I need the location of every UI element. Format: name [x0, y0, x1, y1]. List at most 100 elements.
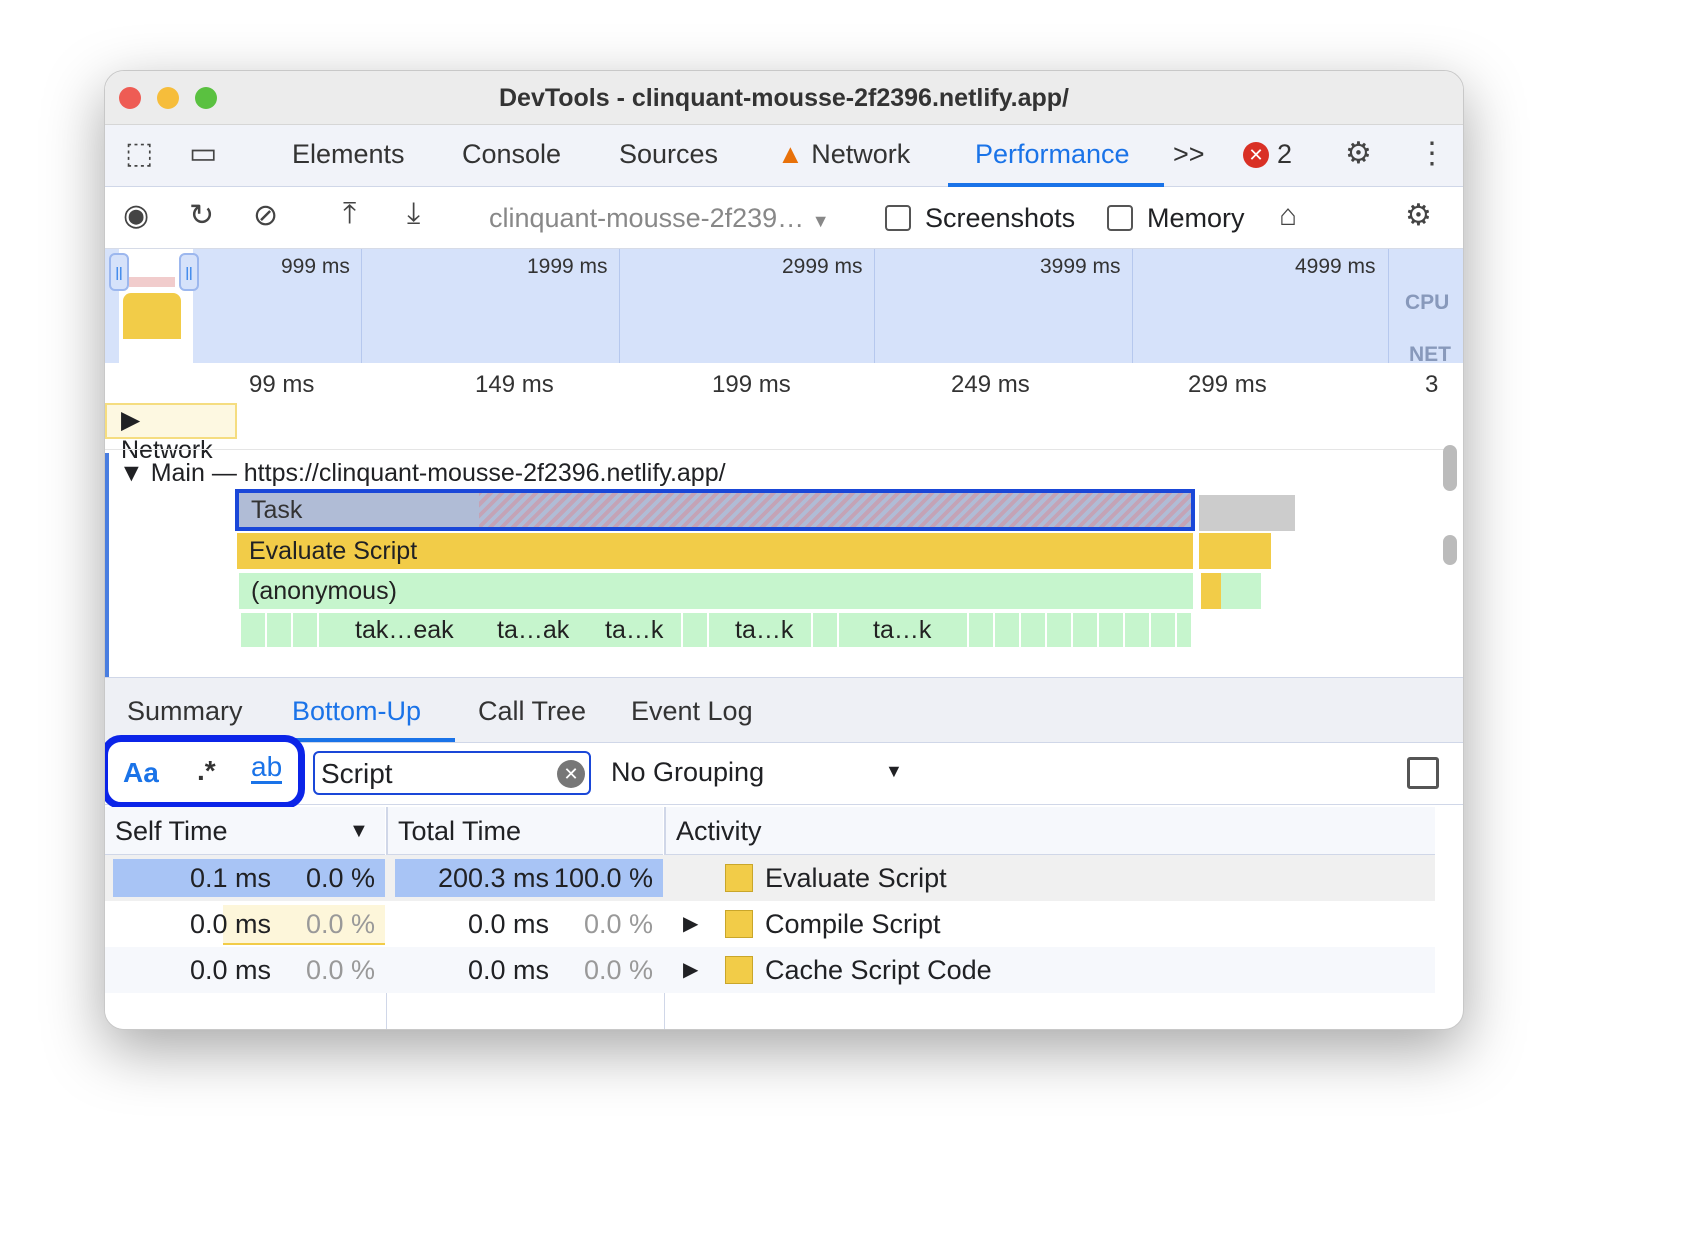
regex-button[interactable]: .* — [197, 755, 216, 787]
device-toolbar-icon[interactable]: ▭ — [189, 139, 217, 169]
category-swatch — [725, 864, 753, 892]
tab-summary[interactable]: Summary — [127, 696, 243, 727]
flame-chart[interactable]: ▶ Network ▼ Main — https://clinquant-mou… — [105, 403, 1463, 677]
ruler-tick: 249 ms — [951, 371, 1030, 398]
toggle-sidebar-icon[interactable] — [1407, 757, 1439, 789]
cpu-label: CPU — [1405, 291, 1450, 314]
overview-tick: 3999 ms — [1040, 255, 1121, 278]
tab-sources[interactable]: Sources — [619, 139, 718, 170]
memory-label: Memory — [1147, 203, 1245, 233]
ruler-tick: 99 ms — [249, 371, 315, 398]
details-tab-bar: Summary Bottom-Up Call Tree Event Log — [105, 677, 1463, 743]
filter-bar: Aa .* ab Script ✕ No Grouping ▼ — [105, 735, 1463, 809]
tab-performance[interactable]: Performance — [975, 139, 1130, 170]
column-header-total-time[interactable]: Total Time — [387, 807, 663, 855]
function-bar[interactable]: ta…ak — [485, 613, 585, 647]
cpu-activity — [123, 293, 181, 339]
category-swatch — [725, 956, 753, 984]
self-time-pct: 0.0 % — [305, 909, 375, 939]
total-time-ms: 0.0 ms — [467, 909, 549, 939]
left-handle[interactable]: || — [109, 253, 129, 291]
evaluate-script-bar[interactable]: Evaluate Script — [237, 533, 1193, 569]
column-header-self-time[interactable]: Self Time ▼ — [105, 807, 385, 855]
inspect-element-icon[interactable]: ⬚ — [125, 139, 153, 169]
collapse-icon: ▼ — [119, 459, 144, 487]
ruler-tick: 199 ms — [712, 371, 791, 398]
function-bar[interactable]: ta…k — [723, 613, 809, 647]
scrollbar[interactable] — [1443, 445, 1457, 491]
task-bar[interactable] — [1199, 495, 1295, 531]
anonymous-bar — [1201, 573, 1261, 609]
activity-name: Compile Script — [765, 909, 941, 939]
network-track-header[interactable]: ▶ Network — [105, 403, 237, 464]
match-case-button[interactable]: Aa — [123, 757, 159, 789]
whole-word-button[interactable]: ab — [251, 753, 283, 784]
tab-event-log[interactable]: Event Log — [631, 696, 753, 727]
chevron-down-icon: ▼ — [885, 761, 903, 781]
activity-name: Cache Script Code — [765, 955, 992, 985]
timeline-overview[interactable]: || || 999 ms 1999 ms 2999 ms 3999 ms 499… — [105, 249, 1463, 366]
bottom-up-table: Self Time ▼ Total Time Activity 0.1 ms 0.… — [105, 807, 1435, 1029]
expand-row-icon[interactable]: ▶ — [683, 947, 698, 993]
tab-network[interactable]: ▲ Network — [777, 139, 910, 170]
column-header-activity[interactable]: Activity — [665, 807, 1435, 855]
function-bar[interactable]: tak…eak — [343, 613, 481, 647]
clear-icon[interactable]: ⊘ — [253, 201, 278, 231]
total-time-pct: 0.0 % — [583, 909, 653, 939]
self-time-pct: 0.0 % — [305, 955, 375, 985]
evaluate-script-bar[interactable] — [1199, 533, 1271, 569]
memory-checkbox[interactable] — [1107, 205, 1133, 231]
activity-name: Evaluate Script — [765, 863, 947, 893]
tab-bottom-up[interactable]: Bottom-Up — [292, 696, 421, 727]
reload-record-icon[interactable]: ↻ — [189, 201, 214, 231]
overview-tick: 2999 ms — [782, 255, 863, 278]
title-bar: DevTools - clinquant-mousse-2f2396.netli… — [105, 71, 1463, 125]
download-icon[interactable]: ⤓ — [407, 199, 420, 229]
main-tab-bar: ⬚ ▭ Elements Console Sources ▲ Network P… — [105, 125, 1463, 187]
overview-tick: 999 ms — [281, 255, 350, 278]
main-track-header[interactable]: ▼ Main — https://clinquant-mousse-2f2396… — [119, 459, 726, 488]
task-bar[interactable]: Task — [235, 489, 1195, 531]
filter-value: Script — [321, 758, 393, 789]
ruler-tick: 299 ms — [1188, 371, 1267, 398]
target-select[interactable]: clinquant-mousse-2f239… ▼ — [489, 203, 830, 234]
settings-gear-icon[interactable]: ⚙ — [1345, 139, 1372, 169]
expand-icon: ▶ — [121, 406, 141, 434]
tab-elements[interactable]: Elements — [292, 139, 405, 170]
overview-tick: 4999 ms — [1295, 255, 1376, 278]
total-time-pct: 0.0 % — [583, 955, 653, 985]
right-handle[interactable]: || — [179, 253, 199, 291]
table-row[interactable]: 0.1 ms 0.0 % 200.3 ms 100.0 % Evaluate S… — [105, 855, 1435, 901]
total-time-ms: 0.0 ms — [467, 955, 549, 985]
scrollbar[interactable] — [1443, 535, 1457, 565]
self-time-ms: 0.0 ms — [189, 955, 271, 985]
screenshots-checkbox[interactable] — [885, 205, 911, 231]
function-bar[interactable]: ta…k — [861, 613, 957, 647]
upload-icon[interactable]: ⤒ — [343, 199, 356, 229]
grouping-select[interactable]: No Grouping ▼ — [611, 757, 911, 788]
sort-descending-icon: ▼ — [349, 820, 369, 842]
devtools-window: DevTools - clinquant-mousse-2f2396.netli… — [104, 70, 1464, 1030]
table-row[interactable]: 0.0 ms 0.0 % 0.0 ms 0.0 % ▶ Cache Script… — [105, 947, 1435, 993]
ruler-tick: 149 ms — [475, 371, 554, 398]
filter-input[interactable]: Script ✕ — [313, 751, 591, 795]
garbage-collect-icon[interactable]: ⌂ — [1279, 201, 1297, 231]
window-title: DevTools - clinquant-mousse-2f2396.netli… — [498, 84, 1070, 112]
error-icon[interactable]: ✕ — [1243, 142, 1269, 168]
more-tabs-button[interactable]: >> — [1173, 139, 1205, 170]
clear-filter-icon[interactable]: ✕ — [557, 760, 585, 788]
error-count[interactable]: 2 — [1277, 139, 1292, 170]
anonymous-bar[interactable]: (anonymous) — [239, 573, 1193, 609]
function-bar[interactable]: ta…k — [593, 613, 677, 647]
self-time-ms: 0.0 ms — [189, 909, 271, 939]
tab-call-tree[interactable]: Call Tree — [478, 696, 586, 727]
screenshots-label: Screenshots — [925, 203, 1076, 233]
more-options-icon[interactable]: ⋮ — [1417, 139, 1447, 169]
time-ruler: 99 ms 149 ms 199 ms 249 ms 299 ms 3 — [105, 363, 1463, 409]
capture-settings-gear-icon[interactable]: ⚙ — [1405, 201, 1432, 231]
self-time-pct: 0.0 % — [305, 863, 375, 893]
expand-row-icon[interactable]: ▶ — [683, 901, 698, 947]
tab-console[interactable]: Console — [462, 139, 561, 170]
record-icon[interactable]: ◉ — [123, 201, 149, 231]
table-row[interactable]: 0.0 ms 0.0 % 0.0 ms 0.0 % ▶ Compile Scri… — [105, 901, 1435, 947]
